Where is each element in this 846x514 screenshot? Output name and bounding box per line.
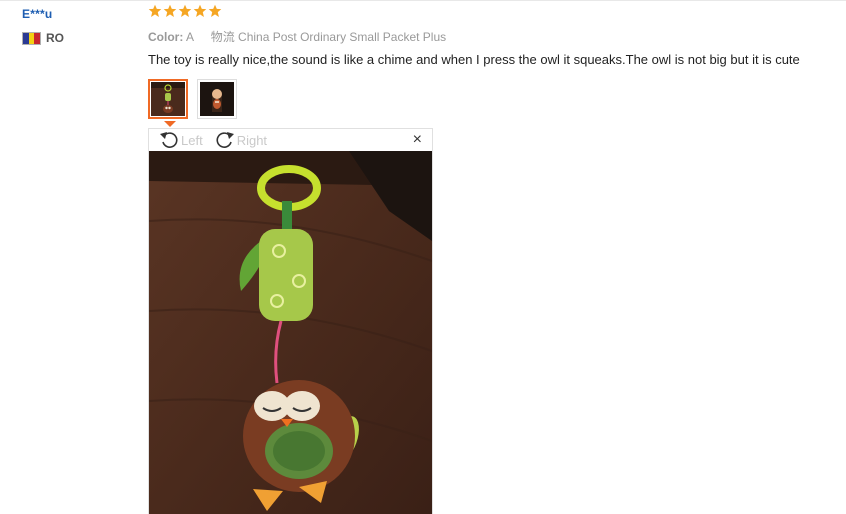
order-meta: Color: A 物流 China Post Ordinary Small Pa… [148,28,446,45]
thumbnail-image [200,82,234,116]
rotate-left-icon [160,132,178,148]
review-text: The toy is really nice,the sound is like… [148,52,800,67]
star-icon [148,4,162,17]
viewer-toolbar: Left Right × [149,129,432,151]
star-icon [193,4,207,17]
shipping-value: China Post Ordinary Small Packet Plus [238,30,447,44]
close-viewer-button[interactable]: × [413,132,422,148]
rotate-left-button[interactable]: Left [159,131,203,149]
top-divider [0,0,846,1]
shipping-label: 物流 [210,30,235,44]
thumbnail-image [151,82,185,116]
rotate-left-label: Left [181,132,203,148]
star-icon [208,4,222,17]
reviewer-name: E***u [22,7,53,21]
color-label: Color: [148,30,184,44]
thumbnail-photo-2[interactable] [197,79,237,119]
star-icon [163,4,177,17]
reviewer-info: E***u [22,5,52,23]
rotate-right-button[interactable]: Right [215,131,267,149]
color-value: A [186,30,194,44]
rotate-right-label: Right [236,132,268,148]
review-photo [149,151,432,514]
reviewer-country: RO [22,31,64,45]
photo-viewer: Left Right × [148,128,433,514]
active-thumbnail-pointer [164,121,176,127]
star-icon [178,4,192,17]
star-rating [148,4,222,18]
thumbnail-photo-1[interactable] [148,79,188,119]
photo-thumbnails [148,79,237,119]
rotate-right-icon [216,132,234,148]
flag-ro-icon [22,31,41,45]
country-code: RO [46,31,64,45]
